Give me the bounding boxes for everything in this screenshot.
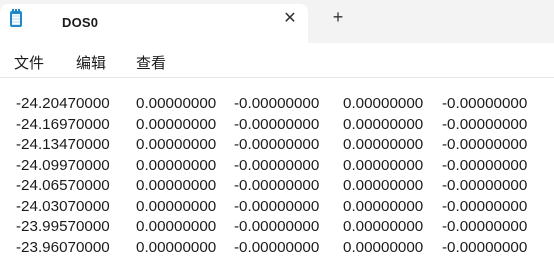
text-value: -0.00000000 (234, 156, 320, 174)
text-value: 0.00000000 (343, 95, 424, 112)
text-value: -0.00000000 (234, 218, 320, 235)
text-value: 0.00000000 (136, 115, 217, 133)
text-value: 0.00000000 (136, 156, 217, 174)
text-value: 0.00000000 (343, 115, 424, 133)
text-value: -24.13470000 (16, 136, 110, 153)
menu-edit[interactable]: 编辑 (76, 52, 106, 73)
text-value: -0.00000000 (442, 197, 528, 215)
text-value: -0.00000000 (234, 136, 320, 153)
text-value: -24.16970000 (16, 115, 110, 133)
text-value: -0.00000000 (234, 197, 320, 215)
menu-view[interactable]: 查看 (136, 52, 166, 73)
text-value: 0.00000000 (343, 238, 424, 256)
text-value: -24.20470000 (16, 95, 110, 112)
text-value: -0.00000000 (442, 136, 528, 153)
text-value: -0.00000000 (442, 177, 528, 194)
menu-bar: 文件 编辑 查看 (0, 43, 554, 77)
text-value: -0.00000000 (234, 177, 320, 194)
text-value: -0.00000000 (234, 115, 320, 133)
text-value: -0.00000000 (442, 238, 528, 256)
text-value: 0.00000000 (343, 197, 424, 215)
text-value: -0.00000000 (234, 238, 320, 256)
menu-file[interactable]: 文件 (14, 52, 44, 73)
tab-title: DOS0 (62, 15, 99, 30)
text-value: 0.00000000 (136, 238, 217, 256)
tab-dos0[interactable]: DOS0 ✕ (0, 4, 308, 43)
text-value: -23.99570000 (16, 218, 110, 235)
text-value: -24.03070000 (16, 197, 110, 215)
text-value: 0.00000000 (136, 95, 217, 112)
notepad-window: DOS0 ✕ + 文件 编辑 查看 -24.20470000 0.00000000… (0, 0, 554, 266)
text-value: -0.00000000 (442, 218, 528, 235)
notepad-icon (10, 9, 22, 27)
text-value: 0.00000000 (136, 136, 217, 153)
text-value: 0.00000000 (343, 218, 424, 235)
new-tab-icon[interactable]: + (329, 8, 347, 26)
text-value: -23.96070000 (16, 238, 110, 256)
text-value: 0.00000000 (136, 197, 217, 215)
text-editor[interactable]: -24.20470000 0.00000000 -0.00000000 0.00000… (0, 78, 554, 266)
text-value: 0.00000000 (343, 136, 424, 153)
text-value: -0.00000000 (442, 95, 528, 112)
text-value: -0.00000000 (442, 156, 528, 174)
tab-strip: DOS0 ✕ + (0, 0, 554, 43)
text-value: 0.00000000 (136, 218, 217, 235)
text-value: -0.00000000 (234, 95, 320, 112)
text-value: -0.00000000 (442, 115, 528, 133)
text-value: 0.00000000 (343, 156, 424, 174)
close-icon[interactable]: ✕ (281, 10, 299, 28)
text-value: -24.06570000 (16, 177, 110, 194)
text-value: -24.09970000 (16, 156, 110, 174)
text-value: 0.00000000 (343, 177, 424, 194)
text-value: 0.00000000 (136, 177, 217, 194)
